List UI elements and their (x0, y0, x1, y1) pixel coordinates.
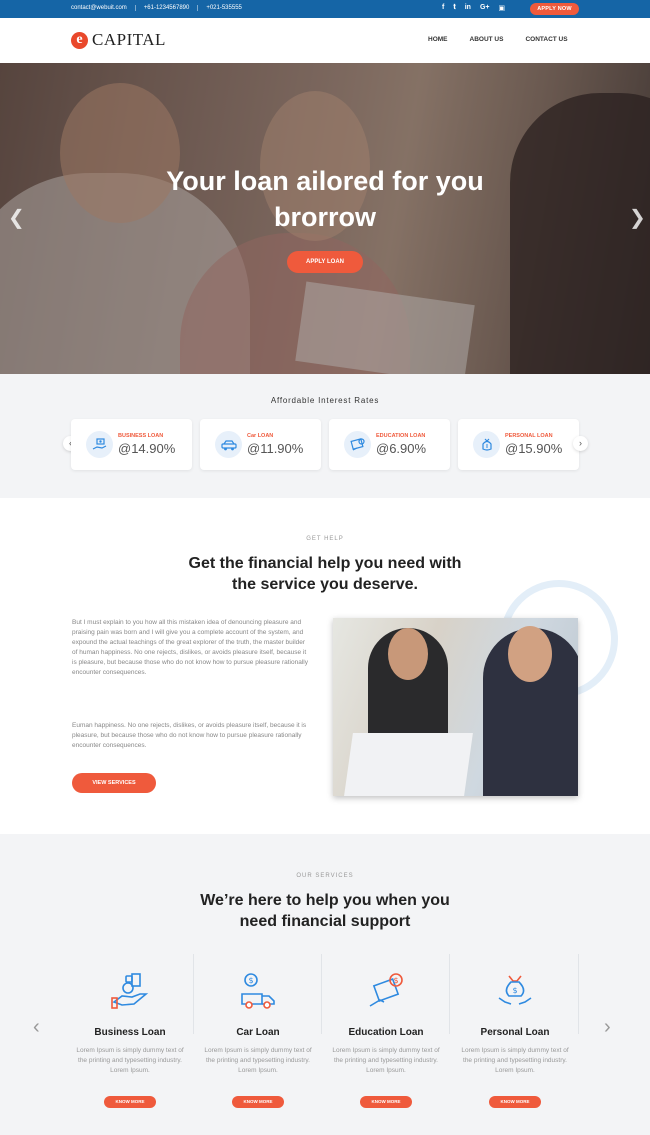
help-photo (333, 618, 578, 796)
hero-title-line-1: Your loan ailored for you (166, 166, 484, 196)
svg-text:$: $ (248, 976, 253, 985)
service-name: Business Loan (94, 1027, 166, 1038)
twitter-icon[interactable]: 𝐭 (453, 4, 455, 12)
site-header: e CAPITAL HOME ABOUT US CONTACT US (0, 18, 650, 63)
rate-label: PERSONAL LOAN (505, 433, 553, 439)
rate-label: EDUCATION LOAN (376, 433, 426, 439)
contact-email[interactable]: contact@webuit.com (71, 5, 136, 11)
rate-card-education[interactable]: EDUCATION LOAN @6.90% (329, 419, 450, 470)
contact-phone-2[interactable]: +021-535555 (198, 5, 250, 11)
rate-label: Car LOAN (247, 433, 274, 439)
instagram-icon[interactable]: ▣ (499, 4, 506, 12)
service-name: Personal Loan (480, 1027, 550, 1038)
service-name: Car Loan (236, 1027, 280, 1038)
svg-text:$: $ (512, 986, 517, 995)
rate-value: @14.90% (118, 441, 176, 456)
hero-title: Your loan ailored for you brorrow (0, 163, 650, 235)
photo-shape (388, 628, 428, 680)
service-card-car: $ Car Loan Lorem Ipsum is simply dummy t… (194, 954, 322, 1124)
hero-title-line-2: brorrow (273, 202, 376, 232)
service-card-business: Business Loan Lorem Ipsum is simply dumm… (66, 954, 194, 1124)
personal-loan-icon (473, 431, 500, 458)
section-eyebrow: GET HELP (306, 536, 344, 542)
section-title: Get the financial help you need with the… (0, 553, 650, 595)
rate-card-car[interactable]: Car LOAN @11.90% (200, 419, 321, 470)
photo-shape (343, 733, 473, 796)
get-help-section: GET HELP Get the financial help you need… (0, 498, 650, 834)
divider (449, 954, 450, 1034)
rate-value: @15.90% (505, 441, 563, 456)
rate-value: @11.90% (247, 441, 304, 456)
our-services-section: OUR SERVICES We’re here to help you when… (0, 834, 650, 1135)
business-loan-icon (111, 973, 149, 1009)
section-title-line-2: the service you deserve. (232, 576, 418, 593)
nav-about-us[interactable]: ABOUT US (470, 36, 504, 43)
section-title-line-1: We’re here to help you when you (200, 892, 450, 909)
chevron-left-icon[interactable]: ‹ (33, 1016, 40, 1039)
service-description: Lorem Ipsum is simply dummy text of the … (204, 1047, 312, 1074)
view-services-button[interactable]: VIEW SERVICES (72, 773, 156, 793)
know-more-button[interactable]: KNOW MORE (489, 1096, 541, 1108)
nav-home[interactable]: HOME (428, 36, 448, 43)
svg-text:$: $ (393, 976, 398, 985)
apply-now-button[interactable]: APPLY NOW (530, 3, 579, 15)
know-more-button[interactable]: KNOW MORE (232, 1096, 284, 1108)
service-card-personal: $ Personal Loan Lorem Ipsum is simply du… (451, 954, 579, 1124)
social-links: f 𝐭 in G+ ▣ (442, 4, 505, 12)
service-description: Lorem Ipsum is simply dummy text of the … (332, 1047, 440, 1074)
service-description: Lorem Ipsum is simply dummy text of the … (76, 1047, 184, 1074)
service-name: Education Loan (348, 1027, 424, 1038)
section-eyebrow: OUR SERVICES (296, 873, 354, 879)
know-more-button[interactable]: KNOW MORE (360, 1096, 412, 1108)
logo[interactable]: e CAPITAL (71, 30, 166, 50)
service-description: Lorem Ipsum is simply dummy text of the … (461, 1047, 569, 1074)
photo-shape (508, 626, 552, 682)
chevron-right-icon[interactable]: › (604, 1016, 611, 1039)
linkedin-icon[interactable]: in (465, 4, 471, 12)
facebook-icon[interactable]: f (442, 4, 444, 12)
main-nav: HOME ABOUT US CONTACT US (428, 36, 568, 43)
contact-info: contact@webuit.com +61-1234567890 +021-5… (71, 5, 250, 11)
apply-loan-button[interactable]: APPLY LOAN (287, 251, 363, 273)
personal-loan-icon: $ (498, 975, 532, 1005)
divider (578, 954, 579, 1034)
googleplus-icon[interactable]: G+ (480, 4, 490, 12)
contact-phone-1[interactable]: +61-1234567890 (136, 5, 199, 11)
rate-label: BUSINESS LOAN (118, 433, 164, 439)
rates-title: Affordable Interest Rates (270, 396, 380, 405)
help-paragraph-2: Euman happiness. No one rejects, dislike… (72, 722, 307, 749)
interest-rates-section: Affordable Interest Rates ‹ BUSINESS LOA… (0, 374, 650, 498)
chevron-right-icon[interactable]: › (573, 436, 588, 451)
chevron-right-icon[interactable]: ❯ (629, 205, 646, 230)
rate-card-business[interactable]: BUSINESS LOAN @14.90% (71, 419, 192, 470)
logo-mark: e (71, 31, 88, 49)
logo-text: CAPITAL (92, 30, 166, 49)
business-loan-icon (86, 431, 113, 458)
help-paragraph-1: But I must explain to you how all this m… (72, 619, 308, 676)
car-loan-icon: $ (241, 973, 275, 1009)
rate-value: @6.90% (376, 441, 427, 456)
chevron-left-icon[interactable]: ❮ (8, 205, 25, 230)
hero-slider: Your loan ailored for you brorrow APPLY … (0, 63, 650, 374)
rate-card-personal[interactable]: PERSONAL LOAN @15.90% (458, 419, 579, 470)
education-loan-icon: $ (369, 973, 403, 1007)
education-loan-icon (344, 431, 371, 458)
section-title-line-2: need financial support (239, 913, 411, 930)
section-title: We’re here to help you when you need fin… (0, 890, 650, 932)
top-bar: contact@webuit.com +61-1234567890 +021-5… (0, 0, 650, 18)
service-card-education: $ Education Loan Lorem Ipsum is simply d… (322, 954, 450, 1124)
know-more-button[interactable]: KNOW MORE (104, 1096, 156, 1108)
car-loan-icon (215, 431, 242, 458)
nav-contact-us[interactable]: CONTACT US (525, 36, 567, 43)
section-title-line-1: Get the financial help you need with (188, 555, 462, 572)
